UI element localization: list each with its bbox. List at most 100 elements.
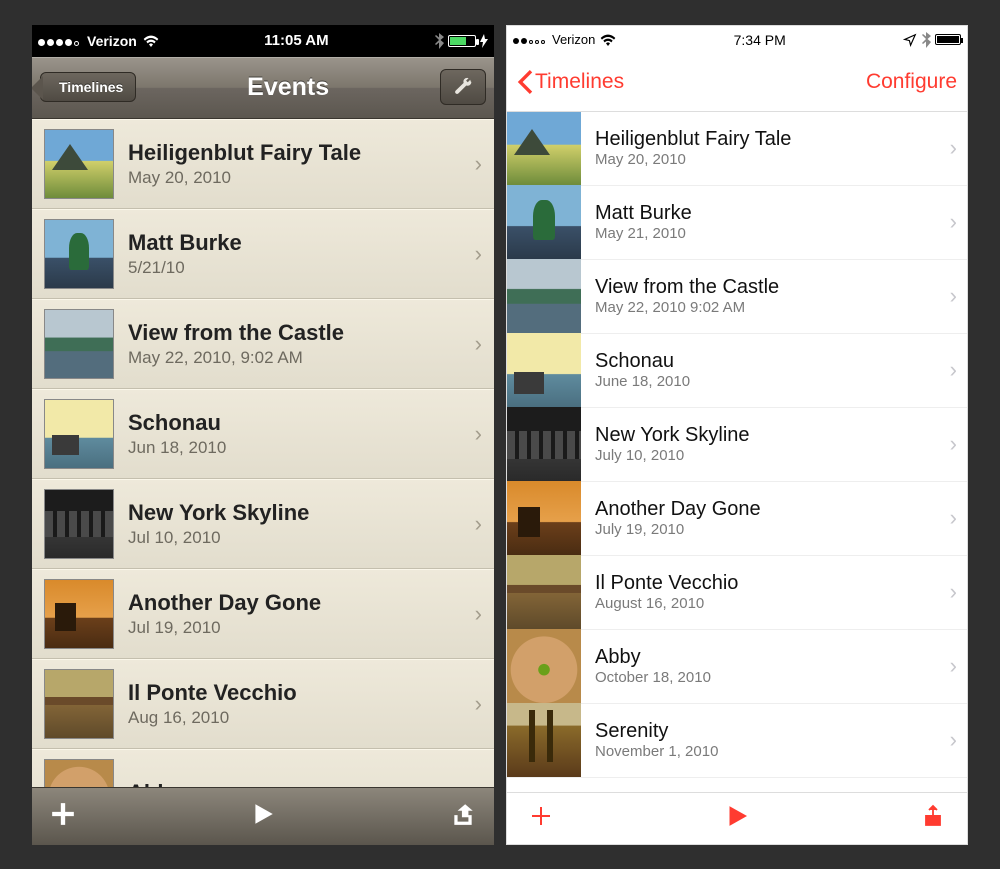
event-title: Matt Burke [595,202,950,225]
plus-icon [50,801,76,827]
list-item[interactable]: SchonauJun 18, 2010› [32,389,494,479]
configure-button[interactable]: Configure [866,70,957,94]
event-list[interactable]: Heiligenblut Fairy TaleMay 20, 2010›Matt… [507,112,967,792]
list-item[interactable]: Matt BurkeMay 21, 2010› [507,186,967,260]
event-texts: Matt Burke5/21/10 [128,230,469,278]
event-thumbnail [44,489,114,559]
list-item[interactable]: Another Day GoneJul 19, 2010› [32,569,494,659]
chevron-right-icon: › [475,241,482,267]
chevron-right-icon: › [475,781,482,787]
chevron-right-icon: › [950,357,957,383]
page-title: Events [247,73,329,102]
back-button[interactable]: Timelines [40,72,136,102]
chevron-right-icon: › [950,727,957,753]
list-item[interactable]: Il Ponte VecchioAugust 16, 2010› [507,556,967,630]
event-title: Heiligenblut Fairy Tale [595,128,950,151]
chevron-right-icon: › [950,653,957,679]
list-item[interactable]: AbbyOctober 18, 2010› [507,630,967,704]
event-subtitle: Aug 16, 2010 [128,708,469,728]
add-button[interactable] [529,804,553,833]
chevron-right-icon: › [950,135,957,161]
event-thumbnail [507,185,581,259]
share-icon [450,801,476,827]
event-texts: SchonauJun 18, 2010 [128,410,469,458]
event-title: Il Ponte Vecchio [128,680,469,706]
event-subtitle: May 20, 2010 [128,168,469,188]
play-icon [725,804,749,828]
location-icon [903,33,917,47]
list-item[interactable]: New York SkylineJul 10, 2010 › [32,479,494,569]
list-item[interactable]: View from the CastleMay 22, 2010 9:02 AM… [507,260,967,334]
list-item[interactable]: View from the CastleMay 22, 2010, 9:02 A… [32,299,494,389]
status-bar: Verizon 11:05 AM [32,25,494,57]
event-subtitle: 5/21/10 [128,258,469,278]
list-item[interactable]: Abby› [32,749,494,787]
event-texts: Heiligenblut Fairy TaleMay 20, 2010 [581,128,950,168]
back-button[interactable]: Timelines [517,70,624,94]
carrier-label: Verizon [87,33,137,49]
settings-button[interactable] [440,69,486,105]
list-item[interactable]: SerenityNovember 1, 2010› [507,704,967,778]
list-item[interactable]: Matt Burke5/21/10› [32,209,494,299]
event-subtitle: June 18, 2010 [595,373,950,390]
list-item[interactable]: Heiligenblut Fairy TaleMay 20, 2010› [507,112,967,186]
event-title: View from the Castle [128,320,469,346]
battery-icon [448,35,476,47]
signal-dots-icon [513,32,547,47]
event-title: Heiligenblut Fairy Tale [128,140,469,166]
signal-dots-icon [38,33,81,49]
carrier-label: Verizon [552,32,595,47]
list-item[interactable]: Heiligenblut Fairy TaleMay 20, 2010 › [32,119,494,209]
event-texts: SerenityNovember 1, 2010 [581,720,950,760]
chevron-left-icon [517,70,533,94]
event-thumbnail [507,629,581,703]
event-subtitle: Jul 19, 2010 [128,618,469,638]
play-icon [250,801,276,827]
event-thumbnail [507,481,581,555]
event-thumbnail [507,112,581,186]
list-item[interactable]: New York SkylineJuly 10, 2010› [507,408,967,482]
chevron-right-icon: › [475,151,482,177]
event-subtitle: Jul 10, 2010 [128,528,469,548]
share-button[interactable] [450,801,476,832]
play-button[interactable] [725,804,749,833]
event-thumbnail [44,579,114,649]
event-subtitle: July 19, 2010 [595,521,950,538]
event-texts: SchonauJune 18, 2010 [581,350,950,390]
event-texts: Il Ponte VecchioAug 16, 2010 [128,680,469,728]
event-subtitle: October 18, 2010 [595,669,950,686]
status-bar: Verizon 7:34 PM [507,26,967,54]
play-button[interactable] [250,801,276,832]
chevron-right-icon: › [950,209,957,235]
list-item[interactable]: SchonauJune 18, 2010› [507,334,967,408]
event-subtitle: May 22, 2010 9:02 AM [595,299,950,316]
back-label: Timelines [535,70,624,94]
event-subtitle: Jun 18, 2010 [128,438,469,458]
event-list[interactable]: Heiligenblut Fairy TaleMay 20, 2010›Matt… [32,119,494,787]
bluetooth-icon [921,32,931,48]
event-title: Abby [595,646,950,669]
event-title: Another Day Gone [595,498,950,521]
event-thumbnail [44,399,114,469]
clock-label: 7:34 PM [616,32,903,48]
navbar: Timelines Events [32,57,494,119]
event-title: Serenity [595,720,950,743]
chevron-right-icon: › [950,579,957,605]
chevron-right-icon: › [475,511,482,537]
event-thumbnail [507,259,581,333]
share-icon [921,804,945,828]
toolbar [32,787,494,845]
event-texts: Matt BurkeMay 21, 2010 [581,202,950,242]
list-item[interactable]: Il Ponte VecchioAug 16, 2010› [32,659,494,749]
event-title: New York Skyline [128,500,469,526]
event-title: View from the Castle [595,276,950,299]
event-texts: Another Day GoneJul 19, 2010 [128,590,469,638]
event-texts: View from the CastleMay 22, 2010 9:02 AM [581,276,950,316]
event-thumbnail [44,129,114,199]
phone-ios7: Verizon 7:34 PM Timelines Configure Heil… [506,25,968,845]
chevron-right-icon: › [950,431,957,457]
add-button[interactable] [50,801,76,832]
share-button[interactable] [921,804,945,833]
list-item[interactable]: Another Day GoneJuly 19, 2010› [507,482,967,556]
event-subtitle: May 21, 2010 [595,225,950,242]
